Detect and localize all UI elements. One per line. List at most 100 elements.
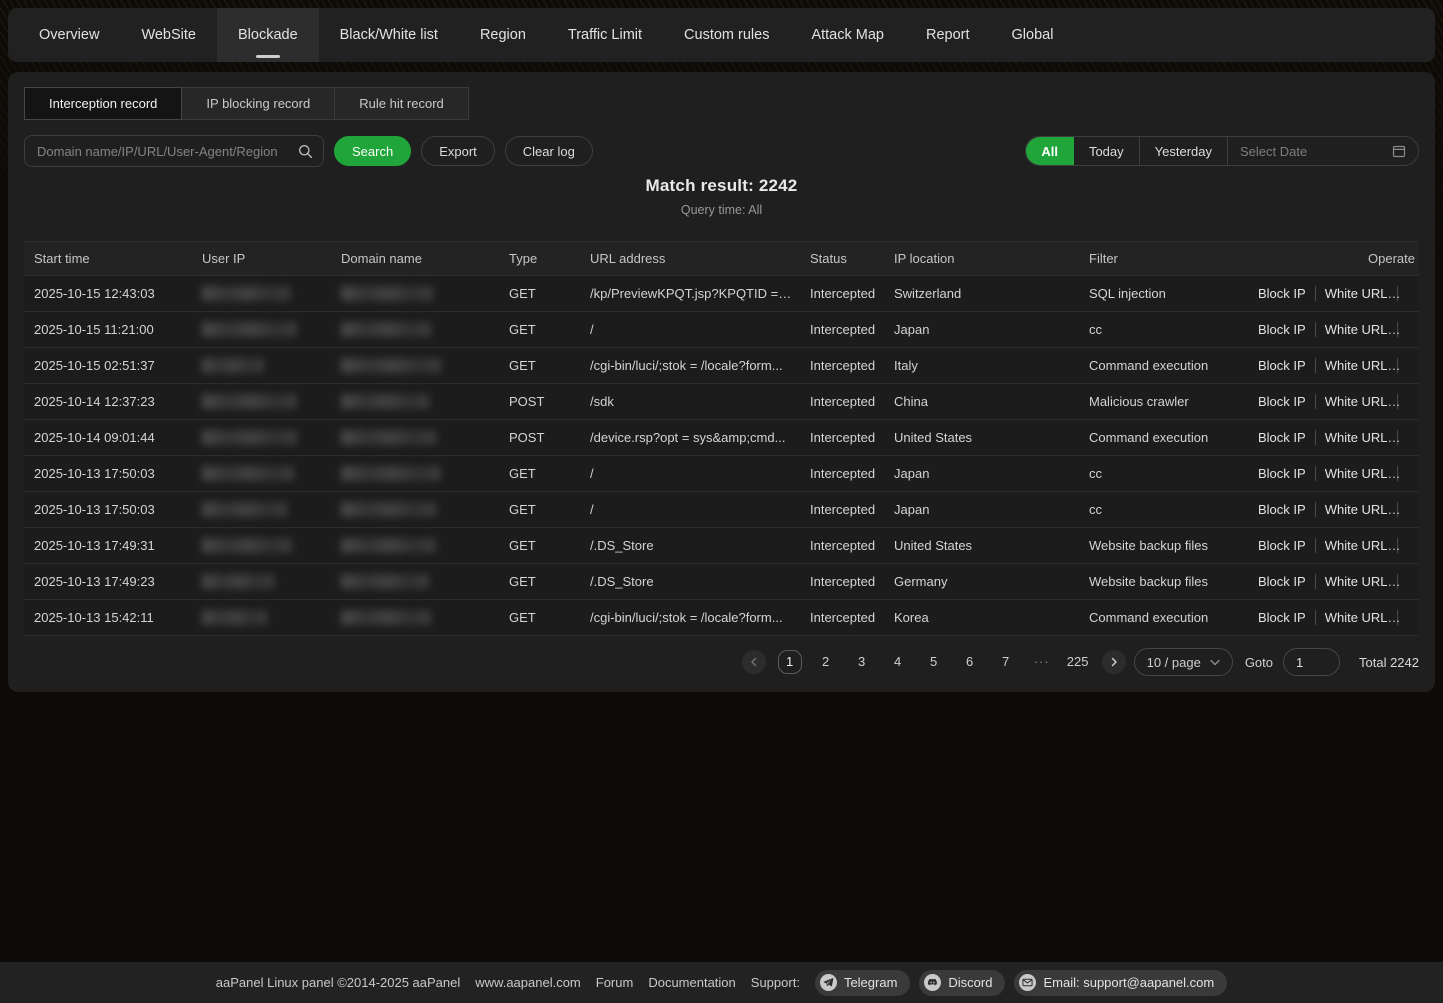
redacted-user-ip <box>202 358 264 373</box>
page-number-6[interactable]: 6 <box>958 650 982 674</box>
cell-start-time: 2025-10-13 15:42:11 <box>24 600 192 636</box>
page-number-2[interactable]: 2 <box>814 650 838 674</box>
page-size-select[interactable]: 10 / page <box>1134 648 1233 676</box>
date-filter-all[interactable]: All <box>1026 137 1074 165</box>
block-ip-link[interactable]: Block IP <box>1249 430 1315 445</box>
cell-operate: Block IPWhite URLDetails <box>1239 492 1419 528</box>
cell-ip-location: United States <box>884 528 1079 564</box>
copyright-text: aaPanel Linux panel ©2014-2025 aaPanel <box>216 975 461 990</box>
table-row: 2025-10-15 11:21:00 GET / Intercepted Ja… <box>24 312 1419 348</box>
white-url-link[interactable]: White URL <box>1315 502 1397 517</box>
block-ip-link[interactable]: Block IP <box>1249 538 1315 553</box>
page-number-3[interactable]: 3 <box>850 650 874 674</box>
cell-user-ip <box>192 348 331 384</box>
cell-operate: Block IPWhite URLDetails <box>1239 564 1419 600</box>
telegram-icon <box>820 974 837 991</box>
footer-button-label: Discord <box>948 975 992 990</box>
block-ip-link[interactable]: Block IP <box>1249 394 1315 409</box>
footer-link-documentation[interactable]: Documentation <box>648 975 735 990</box>
cell-url: /cgi-bin/luci/;stok = /locale?form... <box>580 348 800 384</box>
cell-status: Intercepted <box>800 492 884 528</box>
nav-tab-overview[interactable]: Overview <box>18 8 120 62</box>
cell-url: / <box>580 492 800 528</box>
search-icon[interactable] <box>298 144 313 159</box>
footer-button-telegram[interactable]: Telegram <box>815 970 910 996</box>
chevron-down-icon <box>1210 659 1220 666</box>
nav-tab-traffic-limit[interactable]: Traffic Limit <box>547 8 663 62</box>
nav-tab-report[interactable]: Report <box>905 8 991 62</box>
page-number-7[interactable]: 7 <box>994 650 1018 674</box>
date-picker[interactable]: Select Date <box>1228 137 1418 165</box>
nav-tab-global[interactable]: Global <box>991 8 1075 62</box>
cell-domain-name <box>331 420 499 456</box>
footer-link-forum[interactable]: Forum <box>596 975 634 990</box>
block-ip-link[interactable]: Block IP <box>1249 610 1315 625</box>
block-ip-link[interactable]: Block IP <box>1249 502 1315 517</box>
nav-tab-website[interactable]: WebSite <box>120 8 217 62</box>
date-filter-yesterday[interactable]: Yesterday <box>1140 137 1228 165</box>
white-url-link[interactable]: White URL <box>1315 574 1397 589</box>
cell-start-time: 2025-10-15 12:43:03 <box>24 276 192 312</box>
cell-start-time: 2025-10-15 11:21:00 <box>24 312 192 348</box>
nav-tab-blockade[interactable]: Blockade <box>217 8 319 62</box>
page-number-4[interactable]: 4 <box>886 650 910 674</box>
record-subtabs: Interception recordIP blocking recordRul… <box>24 87 468 120</box>
export-button[interactable]: Export <box>421 136 495 166</box>
next-page-button[interactable] <box>1102 650 1126 674</box>
block-ip-link[interactable]: Block IP <box>1249 466 1315 481</box>
cell-operate: Block IPWhite URLDetails <box>1239 276 1419 312</box>
nav-tab-attack-map[interactable]: Attack Map <box>790 8 905 62</box>
cell-start-time: 2025-10-15 02:51:37 <box>24 348 192 384</box>
block-ip-link[interactable]: Block IP <box>1249 322 1315 337</box>
cell-ip-location: Japan <box>884 456 1079 492</box>
page-number-225[interactable]: 225 <box>1066 650 1090 674</box>
block-ip-link[interactable]: Block IP <box>1249 358 1315 373</box>
col-header-domain-name: Domain name <box>331 242 499 276</box>
cell-start-time: 2025-10-13 17:49:31 <box>24 528 192 564</box>
blockade-panel: Interception recordIP blocking recordRul… <box>8 72 1435 692</box>
nav-tab-custom-rules[interactable]: Custom rules <box>663 8 790 62</box>
discord-icon <box>924 974 941 991</box>
goto-page-input[interactable] <box>1283 648 1340 676</box>
cell-start-time: 2025-10-13 17:50:03 <box>24 492 192 528</box>
white-url-link[interactable]: White URL <box>1315 538 1397 553</box>
interception-table: Start timeUser IPDomain nameTypeURL addr… <box>24 241 1419 636</box>
cell-user-ip <box>192 384 331 420</box>
date-filter-group: AllTodayYesterday Select Date <box>1025 136 1419 166</box>
block-ip-link[interactable]: Block IP <box>1249 574 1315 589</box>
nav-tab-black-white-list[interactable]: Black/White list <box>319 8 459 62</box>
page-number-5[interactable]: 5 <box>922 650 946 674</box>
white-url-link[interactable]: White URL <box>1315 466 1397 481</box>
white-url-link[interactable]: White URL <box>1315 286 1397 301</box>
search-button[interactable]: Search <box>334 136 411 166</box>
white-url-link[interactable]: White URL <box>1315 358 1397 373</box>
footer-button-email[interactable]: Email: support@aapanel.com <box>1014 970 1227 996</box>
cell-domain-name <box>331 276 499 312</box>
search-input[interactable] <box>37 144 298 159</box>
subtab-rule-hit-record[interactable]: Rule hit record <box>334 87 469 120</box>
page-number-1[interactable]: 1 <box>778 650 802 674</box>
white-url-link[interactable]: White URL <box>1315 322 1397 337</box>
cell-filter: Command execution <box>1079 348 1239 384</box>
subtab-interception-record[interactable]: Interception record <box>24 87 182 120</box>
white-url-link[interactable]: White URL <box>1315 430 1397 445</box>
footer-link-www-aapanel-com[interactable]: www.aapanel.com <box>475 975 581 990</box>
nav-tab-region[interactable]: Region <box>459 8 547 62</box>
col-header-status: Status <box>800 242 884 276</box>
white-url-link[interactable]: White URL <box>1315 394 1397 409</box>
footer-button-label: Email: support@aapanel.com <box>1043 975 1214 990</box>
block-ip-link[interactable]: Block IP <box>1249 286 1315 301</box>
search-box[interactable] <box>24 135 324 167</box>
date-picker-placeholder: Select Date <box>1240 144 1307 159</box>
date-filter-today[interactable]: Today <box>1074 137 1140 165</box>
cell-type: GET <box>499 348 580 384</box>
white-url-link[interactable]: White URL <box>1315 610 1397 625</box>
redacted-user-ip <box>202 430 297 445</box>
redacted-domain-name <box>341 610 431 625</box>
footer-button-discord[interactable]: Discord <box>919 970 1005 996</box>
clear-log-button[interactable]: Clear log <box>505 136 593 166</box>
redacted-domain-name <box>341 358 441 373</box>
prev-page-button[interactable] <box>742 650 766 674</box>
cell-domain-name <box>331 384 499 420</box>
subtab-ip-blocking-record[interactable]: IP blocking record <box>181 87 335 120</box>
